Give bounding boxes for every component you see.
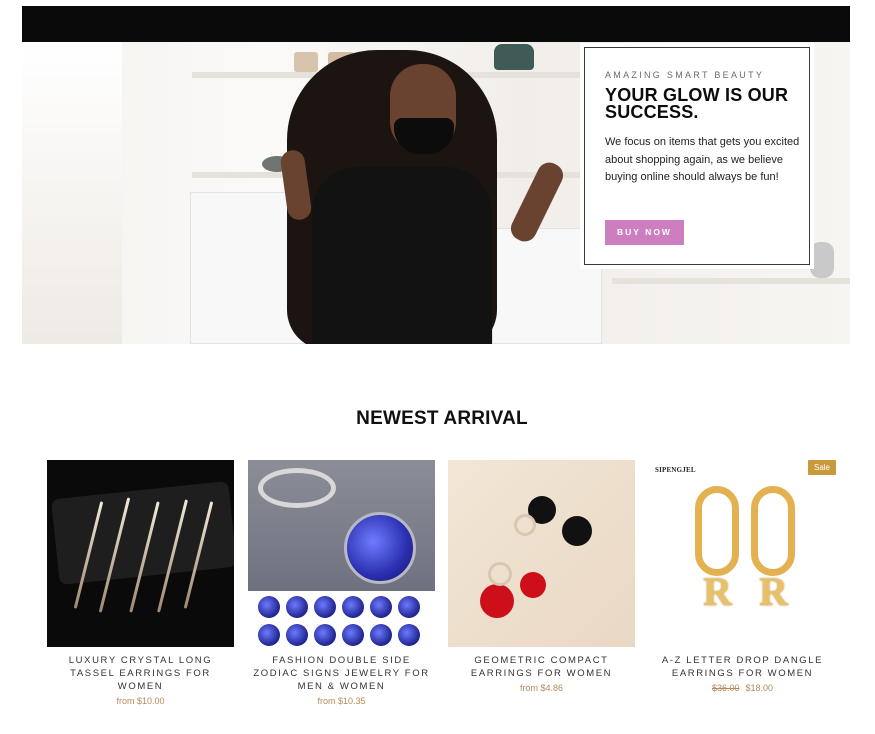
- product-image-hoop: [695, 486, 739, 576]
- product-price: $36.00 $18.00: [649, 683, 836, 693]
- hero-description: We focus on items that gets you excited …: [605, 136, 800, 183]
- product-old-price: $36.00: [711, 683, 740, 693]
- hero-eyebrow: AMAZING SMART BEAUTY: [605, 70, 765, 80]
- product-image-earring: [562, 516, 592, 546]
- product-card[interactable]: SIPENGJEL Sale R R A-Z LETTER DROP DANGL…: [649, 460, 836, 693]
- hero-decor-vase: [494, 44, 534, 70]
- product-image-hoop: [751, 486, 795, 576]
- product-price: from $10.00: [116, 696, 165, 706]
- product-image-earring: [488, 562, 512, 586]
- product-image-earring: [480, 584, 514, 618]
- product-card[interactable]: FASHION DOUBLE SIDE ZODIAC SIGNS JEWELRY…: [248, 460, 435, 706]
- product-image-letter: R: [759, 569, 788, 614]
- product-image-zodiac-grid: [258, 596, 428, 646]
- product-price: from $10.35: [317, 696, 366, 706]
- hero-decor-vase: [810, 242, 834, 278]
- product-price: from $4.86: [519, 683, 564, 693]
- product-name[interactable]: GEOMETRIC COMPACT EARRINGS FOR WOMEN: [448, 654, 635, 680]
- product-image-earring: [514, 514, 536, 536]
- product-image[interactable]: [248, 460, 435, 647]
- product-card[interactable]: LUXURY CRYSTAL LONG TASSEL EARRINGS FOR …: [47, 460, 234, 706]
- product-name[interactable]: LUXURY CRYSTAL LONG TASSEL EARRINGS FOR …: [47, 654, 234, 693]
- top-navigation-bar: [22, 6, 850, 42]
- product-image-zodiac-pendant: [344, 512, 416, 584]
- hero-promo-card: AMAZING SMART BEAUTY YOUR GLOW IS OUR SU…: [580, 43, 814, 269]
- product-image-letter: R: [703, 569, 732, 614]
- hero-shelf: [612, 278, 850, 284]
- hero-model-body: [312, 167, 492, 344]
- buy-now-button[interactable]: BUY NOW: [605, 220, 684, 245]
- product-card[interactable]: GEOMETRIC COMPACT EARRINGS FOR WOMEN fro…: [448, 460, 635, 693]
- product-image[interactable]: SIPENGJEL Sale R R: [649, 460, 836, 647]
- hero-window-light: [22, 42, 122, 344]
- hero-decor-pot: [294, 52, 318, 72]
- hero-headline: YOUR GLOW IS OUR SUCCESS.: [605, 85, 789, 122]
- product-image[interactable]: [47, 460, 234, 647]
- product-image[interactable]: [448, 460, 635, 647]
- product-sale-price: $18.00: [745, 683, 774, 693]
- sale-badge: Sale: [807, 460, 836, 475]
- product-name[interactable]: A-Z LETTER DROP DANGLE EARRINGS FOR WOME…: [649, 654, 836, 680]
- product-brand-mark: SIPENGJEL: [655, 466, 696, 474]
- product-name[interactable]: FASHION DOUBLE SIDE ZODIAC SIGNS JEWELRY…: [248, 654, 435, 693]
- section-title: NEWEST ARRIVAL: [356, 408, 528, 429]
- product-image-keyring: [258, 468, 336, 508]
- product-image-earring: [520, 572, 546, 598]
